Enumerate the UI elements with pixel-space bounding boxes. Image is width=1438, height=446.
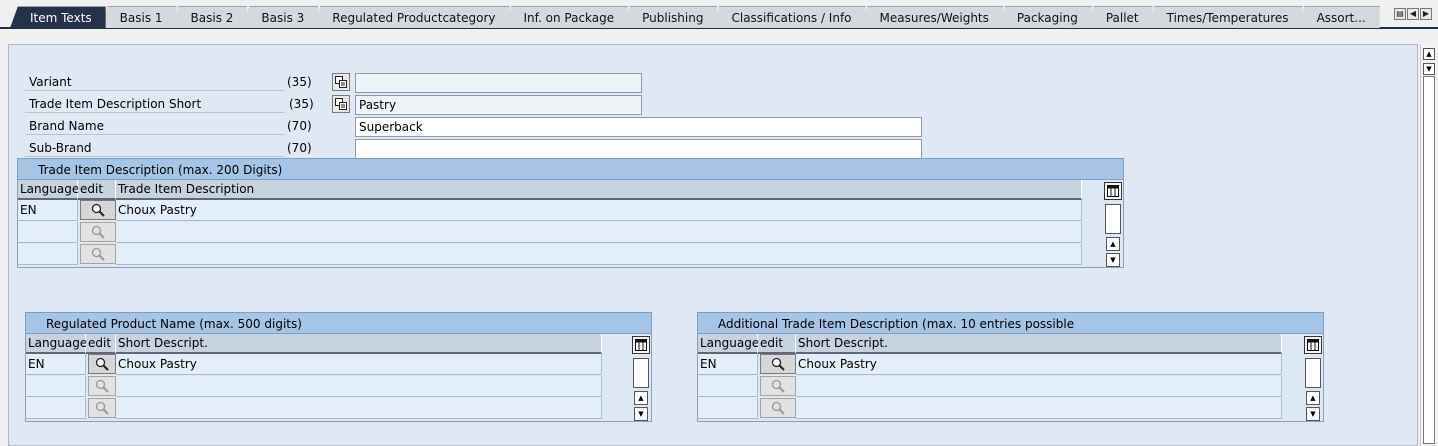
trade-item-description-table: Trade Item Description (max. 200 Digits)…	[17, 158, 1124, 268]
sub-brand-field[interactable]	[355, 139, 922, 159]
form-row-sub-brand: Sub-Brand (70)	[25, 139, 925, 159]
tab-item-texts[interactable]: Item Texts	[10, 6, 106, 28]
tabs: Item Texts Basis 1 Basis 2 Basis 3 Regul…	[10, 6, 1380, 29]
scroll-down-icon[interactable]: ▼	[634, 407, 648, 421]
tab-assortment[interactable]: Assort...	[1296, 6, 1380, 28]
cell-short-description[interactable]: Choux Pastry	[796, 354, 1282, 375]
tab-inf-on-package[interactable]: Inf. on Package	[503, 6, 629, 28]
scroll-up-icon[interactable]: ▲	[634, 391, 648, 405]
magnifier-icon[interactable]	[88, 398, 116, 418]
column-header-language[interactable]: Language	[698, 334, 759, 354]
cell-language[interactable]	[26, 398, 86, 419]
short-description-length: (35)	[289, 97, 314, 111]
cell-description[interactable]: Choux Pastry	[116, 200, 1082, 221]
magnifier-icon[interactable]	[80, 200, 116, 220]
tab-navigation: ▤ ◀ ▶	[1394, 8, 1432, 20]
table-grid: Language edit Trade Item Description EN …	[17, 180, 1124, 268]
variant-field[interactable]	[355, 73, 642, 93]
brand-name-label: Brand Name	[25, 117, 285, 135]
regulated-product-name-table: Regulated Product Name (max. 500 digits)…	[25, 312, 652, 422]
sub-brand-label: Sub-Brand	[25, 139, 285, 157]
table-settings-icon[interactable]	[1304, 336, 1322, 354]
tab-pallet[interactable]: Pallet	[1085, 6, 1153, 28]
page-scrollbar-thumb[interactable]	[1423, 76, 1435, 444]
table-caption: Trade Item Description (max. 200 Digits)	[17, 158, 1124, 180]
tab-basis-3[interactable]: Basis 3	[241, 6, 319, 28]
cell-short-description[interactable]	[116, 376, 602, 397]
column-header-short-description[interactable]: Short Descript.	[116, 334, 602, 354]
cell-language[interactable]	[18, 222, 78, 243]
table-caption: Regulated Product Name (max. 500 digits)	[25, 312, 652, 334]
brand-name-length: (70)	[287, 119, 312, 133]
cell-language[interactable]	[26, 376, 86, 397]
scroll-up-icon[interactable]: ▲	[1306, 391, 1320, 405]
magnifier-icon[interactable]	[760, 398, 796, 418]
cell-language[interactable]	[698, 398, 758, 419]
tab-list-icon[interactable]: ▤	[1394, 8, 1406, 20]
sub-brand-length: (70)	[287, 141, 312, 155]
tab-publishing[interactable]: Publishing	[622, 6, 718, 28]
table-grid: Language edit Short Descript. EN Choux P…	[697, 334, 1324, 422]
page-scrollbar[interactable]: ▲ ▼	[1420, 44, 1436, 446]
scroll-up-icon[interactable]: ▲	[1423, 48, 1435, 60]
scroll-down-icon[interactable]: ▼	[1423, 63, 1435, 75]
short-description-label: Trade Item Description Short	[25, 95, 285, 113]
cell-short-description[interactable]	[796, 398, 1282, 419]
item-texts-panel: Variant (35) Trade Item Description Shor…	[8, 44, 1418, 446]
cell-language[interactable]	[698, 376, 758, 397]
variant-length: (35)	[287, 75, 312, 89]
variant-label: Variant	[25, 73, 285, 91]
tab-basis-1[interactable]: Basis 1	[99, 6, 177, 28]
form-row-brand-name: Brand Name (70) Superback	[25, 117, 925, 137]
cell-language[interactable]: EN	[26, 354, 86, 375]
cell-language[interactable]: EN	[698, 354, 758, 375]
magnifier-icon[interactable]	[88, 376, 116, 396]
table-caption: Additional Trade Item Description (max. …	[697, 312, 1324, 334]
cell-short-description[interactable]	[116, 398, 602, 419]
column-header-short-description[interactable]: Short Descript.	[796, 334, 1282, 354]
form-row-short-description: Trade Item Description Short (35) Pastry	[25, 95, 645, 115]
scroll-up-icon[interactable]: ▲	[1106, 237, 1120, 251]
tab-packaging[interactable]: Packaging	[996, 6, 1092, 28]
column-header-edit[interactable]: edit	[758, 334, 796, 354]
scroll-down-icon[interactable]: ▼	[1106, 253, 1120, 267]
copy-icon[interactable]	[332, 95, 350, 113]
magnifier-icon[interactable]	[80, 244, 116, 264]
cell-language[interactable]: EN	[18, 200, 78, 221]
tab-strip: Item Texts Basis 1 Basis 2 Basis 3 Regul…	[0, 0, 1438, 29]
table-settings-icon[interactable]	[632, 336, 650, 354]
magnifier-icon[interactable]	[760, 354, 796, 374]
table-scrollbar-thumb[interactable]	[1305, 358, 1321, 388]
column-header-description[interactable]: Trade Item Description	[116, 180, 1082, 200]
tab-scroll-right-icon[interactable]: ▶	[1420, 8, 1432, 20]
tab-scroll-left-icon[interactable]: ◀	[1407, 8, 1419, 20]
table-grid: Language edit Short Descript. EN Choux P…	[25, 334, 652, 422]
cell-short-description[interactable]: Choux Pastry	[116, 354, 602, 375]
cell-short-description[interactable]	[796, 376, 1282, 397]
column-header-edit[interactable]: edit	[78, 180, 116, 200]
cell-language[interactable]	[18, 244, 78, 265]
short-description-field[interactable]: Pastry	[355, 95, 642, 115]
cell-description[interactable]	[116, 244, 1082, 265]
column-header-edit[interactable]: edit	[86, 334, 116, 354]
table-scrollbar-thumb[interactable]	[1105, 204, 1121, 234]
table-settings-icon[interactable]	[1104, 182, 1122, 200]
tab-times-temperatures[interactable]: Times/Temperatures	[1146, 6, 1303, 28]
additional-trade-item-description-table: Additional Trade Item Description (max. …	[697, 312, 1324, 422]
magnifier-icon[interactable]	[80, 222, 116, 242]
tab-regulated-productcategory[interactable]: Regulated Productcategory	[312, 6, 510, 28]
cell-description[interactable]	[116, 222, 1082, 243]
magnifier-icon[interactable]	[760, 376, 796, 396]
copy-icon[interactable]	[332, 73, 350, 91]
column-header-language[interactable]: Language	[18, 180, 79, 200]
table-scrollbar-thumb[interactable]	[633, 358, 649, 388]
form-row-variant: Variant (35)	[25, 73, 645, 93]
tab-measures-weights[interactable]: Measures/Weights	[859, 6, 1003, 28]
tab-classifications-info[interactable]: Classifications / Info	[711, 6, 866, 28]
scroll-down-icon[interactable]: ▼	[1306, 407, 1320, 421]
brand-name-field[interactable]: Superback	[355, 117, 922, 137]
column-header-language[interactable]: Language	[26, 334, 87, 354]
tab-basis-2[interactable]: Basis 2	[170, 6, 248, 28]
magnifier-icon[interactable]	[88, 354, 116, 374]
